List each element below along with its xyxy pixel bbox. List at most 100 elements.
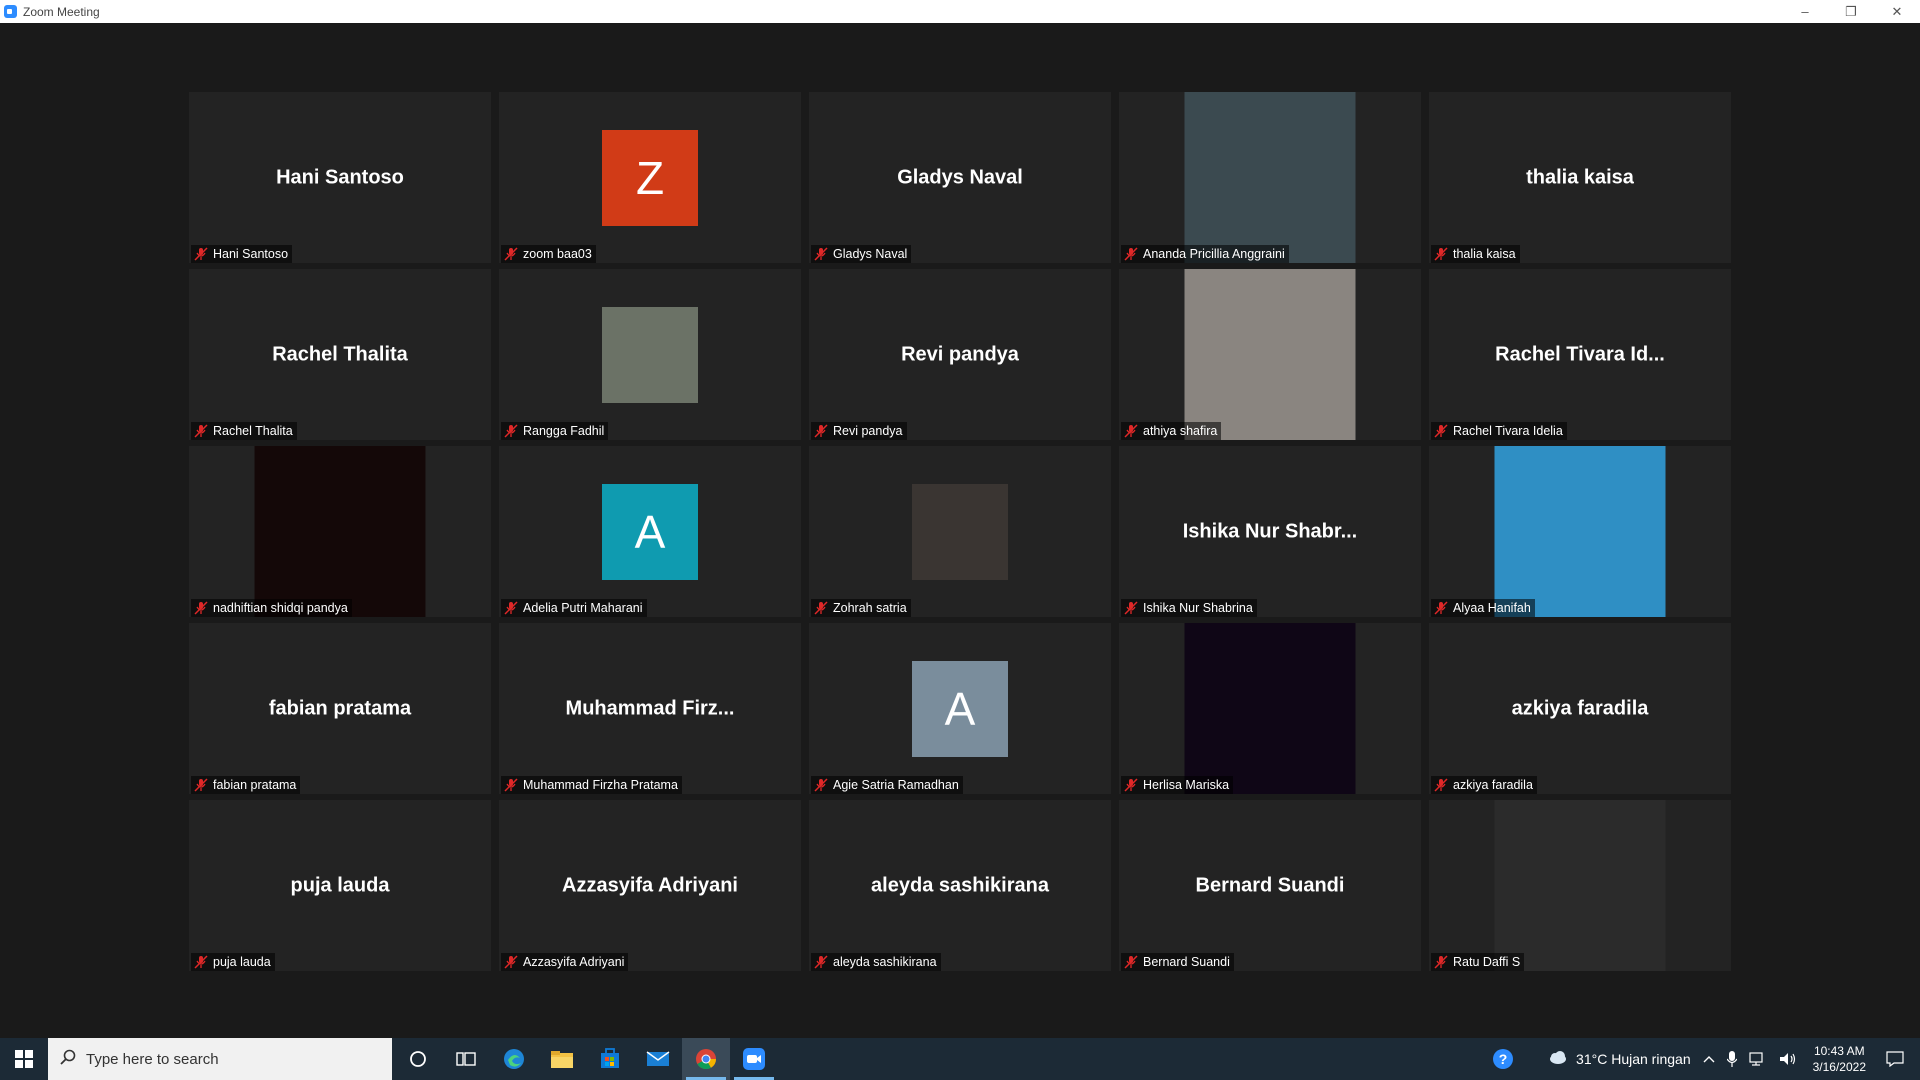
- participant-name: Azzasyifa Adriyani: [523, 955, 625, 969]
- microphone-muted-icon: [504, 778, 518, 792]
- participant-tile[interactable]: Hani Santoso Hani Santoso: [189, 92, 491, 263]
- zoom-taskbar-icon[interactable]: [730, 1038, 778, 1080]
- participant-name-label: Ananda Pricillia Anggraini: [1121, 245, 1289, 263]
- participant-name-label: Revi pandya: [811, 422, 907, 440]
- participant-name: fabian pratama: [213, 778, 297, 792]
- participant-tile[interactable]: Ratu Daffi S: [1429, 800, 1731, 971]
- close-button[interactable]: ✕: [1874, 0, 1920, 23]
- microphone-muted-icon: [1434, 955, 1448, 969]
- microphone-muted-icon: [504, 424, 518, 438]
- microphone-muted-icon: [194, 955, 208, 969]
- participant-tile[interactable]: Bernard Suandi Bernard Suandi: [1119, 800, 1421, 971]
- participant-display-name: fabian pratama: [268, 697, 412, 719]
- participant-tile[interactable]: azkiya faradila azkiya faradila: [1429, 623, 1731, 794]
- search-placeholder: Type here to search: [86, 1050, 219, 1068]
- restore-button[interactable]: ❐: [1828, 0, 1874, 23]
- participant-tile[interactable]: A Agie Satria Ramadhan: [809, 623, 1111, 794]
- participant-tile[interactable]: fabian pratama fabian pratama: [189, 623, 491, 794]
- participant-tile[interactable]: A Adelia Putri Maharani: [499, 446, 801, 617]
- participant-tile[interactable]: Zohrah satria: [809, 446, 1111, 617]
- participant-name: Agie Satria Ramadhan: [833, 778, 959, 792]
- participant-name: athiya shafira: [1143, 424, 1218, 438]
- task-view-icon[interactable]: [442, 1038, 490, 1080]
- microphone-muted-icon: [814, 247, 828, 261]
- participant-name: Herlisa Mariska: [1143, 778, 1230, 792]
- participant-name: Bernard Suandi: [1143, 955, 1230, 969]
- participant-avatar: A: [912, 660, 1008, 757]
- taskbar-clock[interactable]: 10:43 AM 3/16/2022: [1803, 1043, 1876, 1075]
- participant-tile[interactable]: Zzoom baa03: [499, 92, 801, 263]
- cortana-icon[interactable]: [394, 1038, 442, 1080]
- weather-widget[interactable]: 31°C Hujan ringan: [1542, 1038, 1697, 1080]
- participant-tile[interactable]: Azzasyifa Adriyani Azzasyifa Adriyani: [499, 800, 801, 971]
- file-explorer-icon[interactable]: [538, 1038, 586, 1080]
- participant-video: [254, 446, 426, 617]
- participant-name: zoom baa03: [523, 247, 592, 261]
- participant-name-label: Hani Santoso: [191, 245, 293, 263]
- participant-display-name: azkiya faradila: [1511, 697, 1649, 719]
- participant-tile[interactable]: thalia kaisa thalia kaisa: [1429, 92, 1731, 263]
- participant-name-label: thalia kaisa: [1431, 245, 1520, 263]
- participant-name-label: fabian pratama: [191, 776, 301, 794]
- volume-icon[interactable]: [1773, 1038, 1803, 1080]
- participant-name: Ananda Pricillia Anggraini: [1143, 247, 1285, 261]
- edge-browser-icon[interactable]: [490, 1038, 538, 1080]
- participant-tile[interactable]: athiya shafira: [1119, 269, 1421, 440]
- search-icon: [60, 1049, 76, 1069]
- participant-tile[interactable]: Muhammad Firz... Muhammad Firzha Pratama: [499, 623, 801, 794]
- microphone-muted-icon: [814, 955, 828, 969]
- microsoft-store-icon[interactable]: [586, 1038, 634, 1080]
- participant-name: Zohrah satria: [833, 601, 907, 615]
- participant-video: [1494, 800, 1666, 971]
- participant-name: Gladys Naval: [833, 247, 908, 261]
- participant-tile[interactable]: puja lauda puja lauda: [189, 800, 491, 971]
- notifications-icon[interactable]: [1876, 1038, 1920, 1080]
- participant-video: [1184, 623, 1356, 794]
- participant-display-name: Muhammad Firz...: [565, 697, 735, 719]
- participant-name-label: Ratu Daffi S: [1431, 953, 1525, 971]
- participant-display-name: Gladys Naval: [897, 166, 1023, 188]
- participant-avatar: A: [602, 483, 698, 580]
- participant-name-label: Alyaa Hanifah: [1431, 599, 1535, 617]
- taskbar-search-box[interactable]: Type here to search: [48, 1038, 392, 1080]
- participant-tile[interactable]: Rangga Fadhil: [499, 269, 801, 440]
- windows-start-button[interactable]: [0, 1038, 48, 1080]
- participant-tile[interactable]: Gladys Naval Gladys Naval: [809, 92, 1111, 263]
- participant-name: Rachel Tivara Idelia: [1453, 424, 1563, 438]
- participant-name: Ishika Nur Shabrina: [1143, 601, 1253, 615]
- participant-name: aleyda sashikirana: [833, 955, 937, 969]
- participant-name-label: Bernard Suandi: [1121, 953, 1234, 971]
- participant-name-label: Gladys Naval: [811, 245, 912, 263]
- participant-name-label: Ishika Nur Shabrina: [1121, 599, 1257, 617]
- participant-name-label: nadhiftian shidqi pandya: [191, 599, 352, 617]
- chrome-icon[interactable]: [682, 1038, 730, 1080]
- participant-tile[interactable]: Herlisa Mariska: [1119, 623, 1421, 794]
- participant-tile[interactable]: Ishika Nur Shabr... Ishika Nur Shabrina: [1119, 446, 1421, 617]
- participant-display-name: Revi pandya: [901, 343, 1019, 365]
- mail-icon[interactable]: [634, 1038, 682, 1080]
- network-icon[interactable]: [1743, 1038, 1773, 1080]
- participant-name: thalia kaisa: [1453, 247, 1516, 261]
- participant-tile[interactable]: Revi pandya Revi pandya: [809, 269, 1111, 440]
- participant-name: Rachel Thalita: [213, 424, 293, 438]
- participant-name: Rangga Fadhil: [523, 424, 605, 438]
- microphone-muted-icon: [1434, 247, 1448, 261]
- participant-tile[interactable]: Alyaa Hanifah: [1429, 446, 1731, 617]
- participant-name: Adelia Putri Maharani: [523, 601, 643, 615]
- participant-tile[interactable]: Rachel Thalita Rachel Thalita: [189, 269, 491, 440]
- participant-tile[interactable]: aleyda sashikirana aleyda sashikirana: [809, 800, 1111, 971]
- help-icon[interactable]: ?: [1486, 1038, 1520, 1080]
- window-title: Zoom Meeting: [23, 4, 100, 19]
- participant-tile[interactable]: Ananda Pricillia Anggraini: [1119, 92, 1421, 263]
- clock-date: 3/16/2022: [1812, 1060, 1866, 1074]
- microphone-muted-icon: [1124, 778, 1138, 792]
- participant-display-name: Hani Santoso: [276, 166, 404, 188]
- participant-tile[interactable]: nadhiftian shidqi pandya: [189, 446, 491, 617]
- participant-name-label: Zohrah satria: [811, 599, 911, 617]
- microphone-icon[interactable]: [1721, 1038, 1743, 1080]
- minimize-button[interactable]: –: [1782, 0, 1828, 23]
- participant-name-label: Rachel Tivara Idelia: [1431, 422, 1567, 440]
- participant-tile[interactable]: Rachel Tivara Id... Rachel Tivara Idelia: [1429, 269, 1731, 440]
- participant-name-label: Herlisa Mariska: [1121, 776, 1234, 794]
- chevron-up-icon[interactable]: [1697, 1038, 1721, 1080]
